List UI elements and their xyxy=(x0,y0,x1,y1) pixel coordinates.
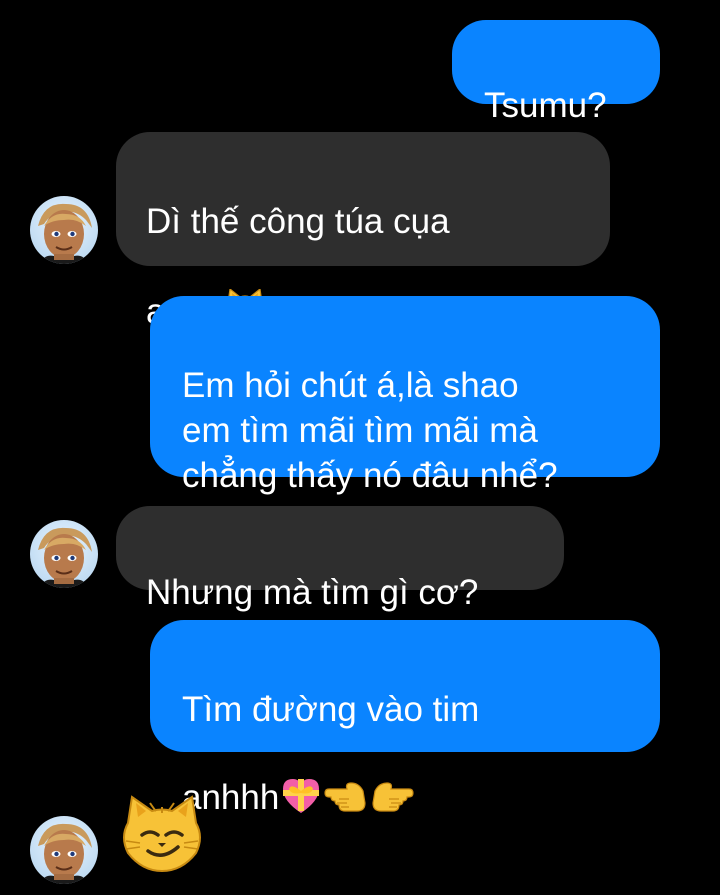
incoming-message-bubble[interactable]: Dì thế công túa cụa anh? xyxy=(116,132,610,331)
pointing-left-icon xyxy=(323,732,369,826)
message-text: Em hỏi chút á,là shao em tìm mãi tìm mãi… xyxy=(182,366,558,495)
pointing-right-icon xyxy=(369,732,415,826)
message-text: Tsumu? xyxy=(484,86,607,125)
outgoing-message-bubble[interactable]: Tìm đường vào tim anhhh xyxy=(150,620,660,817)
contact-avatar[interactable] xyxy=(30,196,98,264)
incoming-message-bubble[interactable]: Nhưng mà tìm gì cơ? xyxy=(116,506,564,612)
smirking-cat-icon[interactable] xyxy=(120,795,204,878)
outgoing-message-bubble[interactable]: Em hỏi chút á,là shao em tìm mãi tìm mãi… xyxy=(150,296,660,495)
heart-with-ribbon-icon xyxy=(279,732,323,826)
message-text: Nhưng mà tìm gì cơ? xyxy=(146,573,479,612)
contact-avatar[interactable] xyxy=(30,520,98,588)
outgoing-message-bubble[interactable]: Tsumu? xyxy=(452,20,660,125)
contact-avatar[interactable] xyxy=(30,816,98,884)
